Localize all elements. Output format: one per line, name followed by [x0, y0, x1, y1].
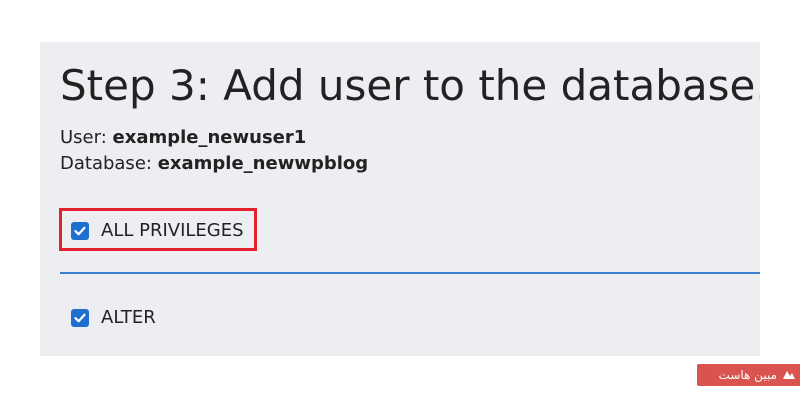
- brand-watermark: مبین هاست: [697, 364, 800, 386]
- checkmark-icon: [74, 226, 86, 235]
- all-privileges-option[interactable]: ALL PRIVILEGES: [71, 220, 244, 241]
- page: Step 3: Add user to the database. User: …: [0, 0, 800, 400]
- database-label: Database:: [60, 153, 158, 174]
- add-user-panel: Step 3: Add user to the database. User: …: [40, 42, 760, 356]
- checkmark-icon: [74, 313, 86, 322]
- alter-checkbox[interactable]: [71, 308, 89, 327]
- user-value: example_newuser1: [112, 127, 307, 148]
- database-value: example_newwpblog: [157, 153, 369, 174]
- section-divider: [60, 272, 760, 274]
- user-info: User: example_newuser1: [60, 125, 368, 151]
- alter-option[interactable]: ALTER: [71, 307, 156, 328]
- all-privileges-label: ALL PRIVILEGES: [101, 220, 244, 241]
- user-label: User:: [60, 127, 113, 148]
- brand-text: مبین هاست: [718, 368, 777, 382]
- user-database-info: User: example_newuser1 Database: example…: [60, 125, 368, 177]
- page-title: Step 3: Add user to the database.: [60, 61, 760, 110]
- alter-label: ALTER: [101, 307, 156, 328]
- brand-logo-icon: [781, 367, 797, 383]
- all-privileges-checkbox[interactable]: [71, 221, 89, 240]
- database-info: Database: example_newwpblog: [60, 151, 368, 177]
